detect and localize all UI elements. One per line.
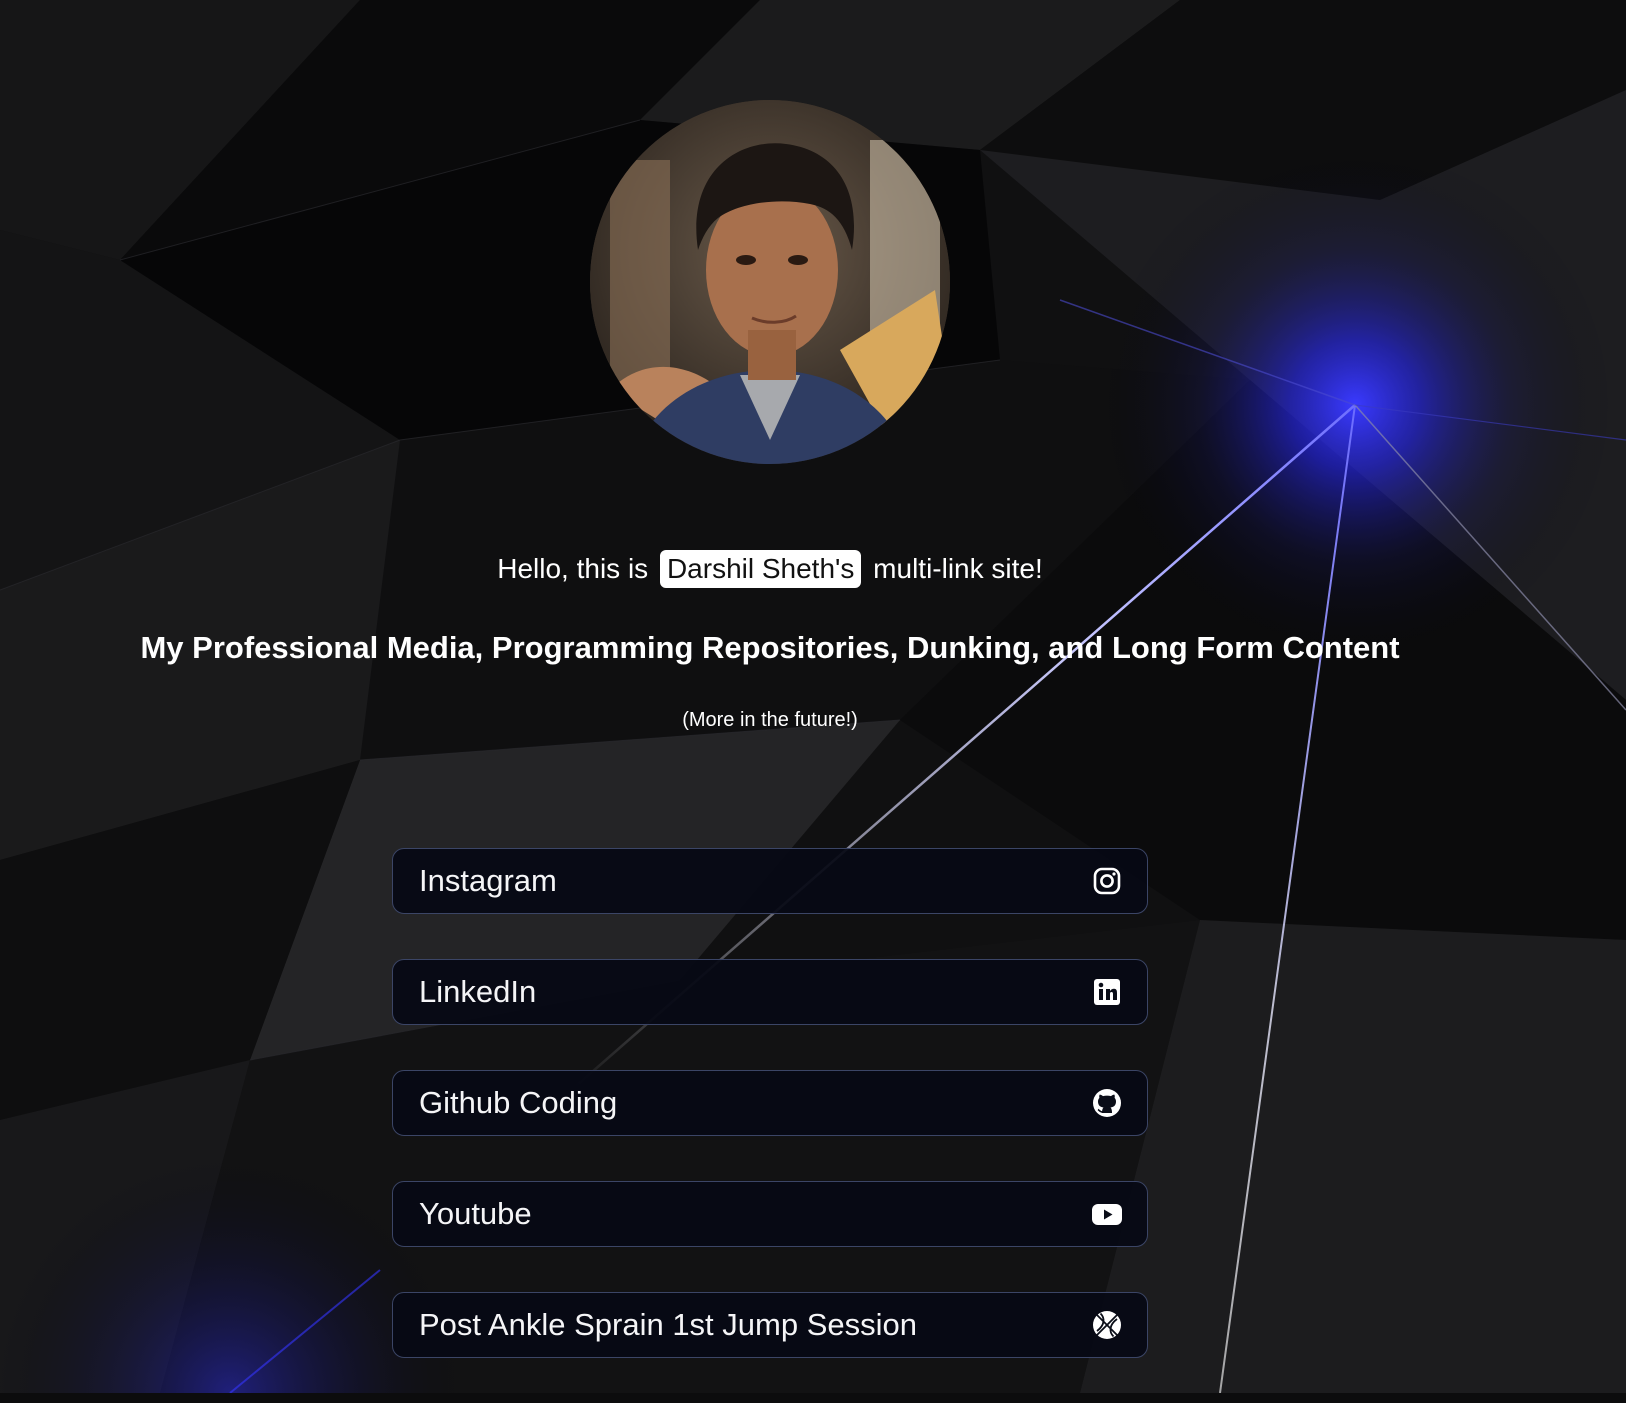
- github-link[interactable]: Github Coding: [392, 1070, 1148, 1136]
- instagram-link[interactable]: Instagram: [392, 848, 1148, 914]
- intro-suffix: multi-link site!: [873, 553, 1043, 584]
- profile-avatar: [590, 100, 950, 464]
- link-list: Instagram LinkedIn Github Coding Youtube…: [392, 848, 1148, 1403]
- future-note: (More in the future!): [682, 709, 858, 731]
- linkedin-icon: [1091, 976, 1123, 1008]
- intro-prefix: Hello, this is: [497, 553, 649, 584]
- github-icon: [1091, 1087, 1123, 1119]
- link-label: Github Coding: [419, 1085, 618, 1120]
- jump-session-link[interactable]: Post Ankle Sprain 1st Jump Session: [392, 1292, 1148, 1358]
- basketball-icon: [1091, 1309, 1123, 1341]
- link-label: Instagram: [419, 863, 557, 898]
- avatar-photo: [590, 100, 950, 464]
- linkedin-link[interactable]: LinkedIn: [392, 959, 1148, 1025]
- tagline-heading: My Professional Media, Programming Repos…: [140, 630, 1400, 665]
- instagram-icon: [1091, 865, 1123, 897]
- name-highlight: Darshil Sheth's: [659, 550, 862, 588]
- link-label: Post Ankle Sprain 1st Jump Session: [419, 1307, 917, 1342]
- link-label: LinkedIn: [419, 974, 537, 1009]
- page: Hello, this is Darshil Sheth's multi-lin…: [0, 0, 1626, 1393]
- youtube-link[interactable]: Youtube: [392, 1181, 1148, 1247]
- youtube-icon: [1091, 1198, 1123, 1230]
- intro-text: Hello, this is Darshil Sheth's multi-lin…: [0, 548, 1540, 590]
- link-label: Youtube: [419, 1196, 532, 1231]
